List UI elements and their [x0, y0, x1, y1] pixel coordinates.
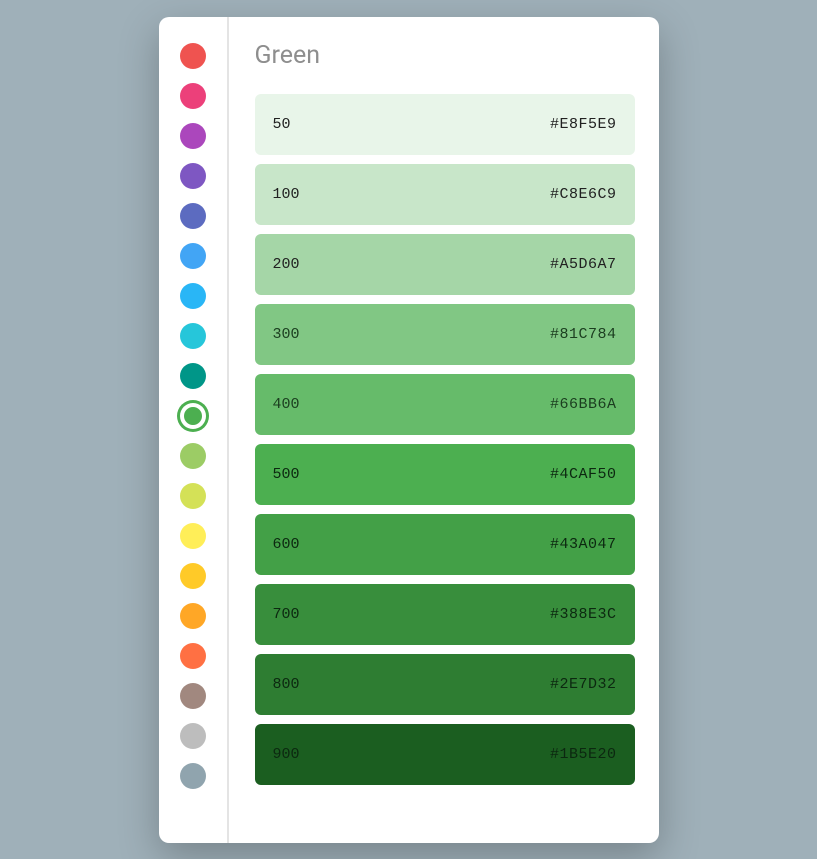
swatch-pink[interactable] [180, 83, 206, 109]
color-family-sidebar [159, 17, 229, 843]
shade-hex: #66BB6A [550, 396, 617, 413]
swatch-blue-grey[interactable] [180, 763, 206, 789]
shade-list: 50 #E8F5E9 100 #C8E6C9 200 #A5D6A7 300 #81C784 4… [255, 94, 635, 785]
swatch-yellow[interactable] [180, 523, 206, 549]
shade-hex: #2E7D32 [550, 676, 617, 693]
swatch-brown[interactable] [180, 683, 206, 709]
shade-hex: #4CAF50 [550, 466, 617, 483]
page-title: Green [255, 41, 635, 70]
shade-name: 100 [273, 186, 300, 203]
swatch-cyan[interactable] [180, 323, 206, 349]
shade-row-700[interactable]: 700 #388E3C [255, 584, 635, 645]
shade-row-800[interactable]: 800 #2E7D32 [255, 654, 635, 715]
shade-hex: #43A047 [550, 536, 617, 553]
swatch-light-blue[interactable] [180, 283, 206, 309]
shade-row-50[interactable]: 50 #E8F5E9 [255, 94, 635, 155]
swatch-red[interactable] [180, 43, 206, 69]
swatch-grey[interactable] [180, 723, 206, 749]
shade-name: 50 [273, 116, 291, 133]
palette-card: Green 50 #E8F5E9 100 #C8E6C9 200 #A5D6A7 300 #8… [159, 17, 659, 843]
shade-name: 700 [273, 606, 300, 623]
shade-name: 300 [273, 326, 300, 343]
shade-row-100[interactable]: 100 #C8E6C9 [255, 164, 635, 225]
swatch-orange[interactable] [180, 603, 206, 629]
shade-name: 400 [273, 396, 300, 413]
swatch-teal[interactable] [180, 363, 206, 389]
shade-row-600[interactable]: 600 #43A047 [255, 514, 635, 575]
shade-name: 200 [273, 256, 300, 273]
shade-name: 900 [273, 746, 300, 763]
swatch-purple[interactable] [180, 123, 206, 149]
shade-hex: #C8E6C9 [550, 186, 617, 203]
shade-name: 500 [273, 466, 300, 483]
swatch-deep-purple[interactable] [180, 163, 206, 189]
swatch-amber[interactable] [180, 563, 206, 589]
palette-main: Green 50 #E8F5E9 100 #C8E6C9 200 #A5D6A7 300 #8… [229, 17, 659, 843]
swatch-green[interactable] [184, 407, 202, 425]
shade-hex: #E8F5E9 [550, 116, 617, 133]
shade-name: 800 [273, 676, 300, 693]
swatch-indigo[interactable] [180, 203, 206, 229]
swatch-deep-orange[interactable] [180, 643, 206, 669]
swatch-lime[interactable] [180, 483, 206, 509]
shade-row-500[interactable]: 500 #4CAF50 [255, 444, 635, 505]
shade-hex: #A5D6A7 [550, 256, 617, 273]
shade-row-300[interactable]: 300 #81C784 [255, 304, 635, 365]
swatch-light-green[interactable] [180, 443, 206, 469]
shade-row-900[interactable]: 900 #1B5E20 [255, 724, 635, 785]
shade-name: 600 [273, 536, 300, 553]
shade-hex: #1B5E20 [550, 746, 617, 763]
shade-row-400[interactable]: 400 #66BB6A [255, 374, 635, 435]
shade-hex: #81C784 [550, 326, 617, 343]
shade-row-200[interactable]: 200 #A5D6A7 [255, 234, 635, 295]
swatch-blue[interactable] [180, 243, 206, 269]
shade-hex: #388E3C [550, 606, 617, 623]
